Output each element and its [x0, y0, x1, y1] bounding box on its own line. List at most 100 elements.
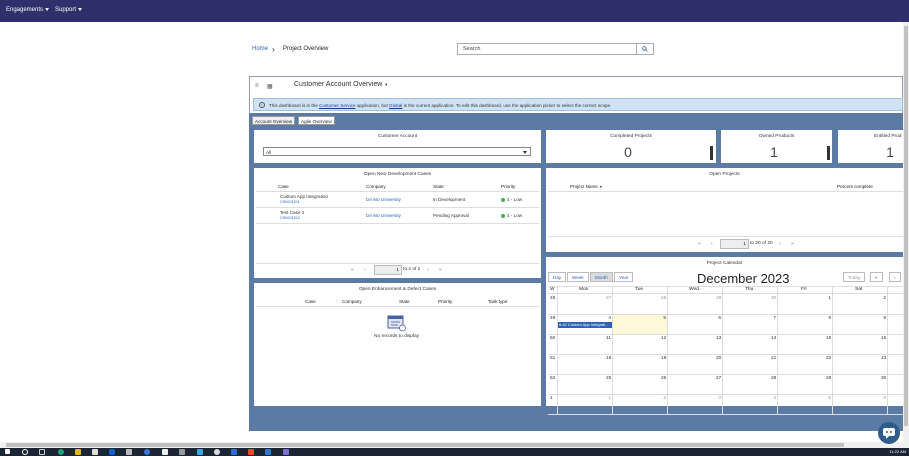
breadcrumb-home-link[interactable]: Home: [252, 46, 268, 52]
customer-account-select[interactable]: All: [263, 147, 531, 156]
scope-link[interactable]: Global: [389, 103, 402, 108]
calendar-day[interactable]: 21: [771, 356, 776, 361]
owned-products-value[interactable]: 1: [762, 144, 786, 160]
company-link[interactable]: De Mo University: [366, 197, 401, 202]
calendar-day[interactable]: 30: [881, 376, 886, 381]
col-header-case[interactable]: Case: [305, 299, 316, 304]
view-week-button[interactable]: Week: [567, 272, 589, 282]
entitled-products-value[interactable]: 1: [880, 144, 900, 160]
calendar-day[interactable]: 2: [881, 296, 886, 301]
edge-browser-icon[interactable]: [58, 449, 64, 455]
windows-start-icon[interactable]: [5, 449, 10, 454]
col-header-company[interactable]: Company: [366, 184, 386, 189]
grid-icon[interactable]: ▦: [267, 83, 273, 90]
calendar-day[interactable]: 5: [826, 396, 831, 401]
calendar-day[interactable]: 13: [716, 336, 721, 341]
calendar-day[interactable]: 20: [716, 356, 721, 361]
prev-month-button[interactable]: ‹: [889, 272, 901, 282]
calendar-day[interactable]: 9: [881, 316, 886, 321]
calendar-day[interactable]: 22: [826, 356, 831, 361]
engagements-menu[interactable]: Engagements: [6, 7, 50, 13]
app-icon[interactable]: [231, 449, 237, 455]
col-header-percent-complete[interactable]: Percent complete: [837, 184, 873, 189]
tab-agile-overview[interactable]: Agile Overview: [298, 116, 335, 125]
app-icon[interactable]: [197, 449, 203, 455]
page-input[interactable]: 1: [374, 265, 402, 275]
today-button[interactable]: Today: [843, 272, 866, 282]
next-page-icon[interactable]: ›: [427, 267, 429, 273]
case-number-link[interactable]: CS0001012: [280, 216, 300, 220]
search-icon[interactable]: [22, 449, 28, 455]
first-page-icon[interactable]: «: [698, 241, 701, 247]
app-icon[interactable]: [214, 449, 220, 455]
calendar-day[interactable]: 1: [826, 296, 831, 301]
last-page-icon[interactable]: »: [439, 267, 442, 273]
case-number-link[interactable]: CS0001011: [280, 200, 300, 204]
settings-icon[interactable]: [126, 449, 132, 455]
prev-page-icon[interactable]: ‹: [364, 267, 366, 273]
vertical-scroll-thumb[interactable]: [904, 26, 908, 426]
app-link[interactable]: Customer Service: [319, 103, 356, 108]
calendar-day[interactable]: 5: [661, 316, 666, 321]
calendar-day[interactable]: 28: [661, 296, 666, 301]
view-day-button[interactable]: Day: [548, 272, 567, 282]
tab-account-overview[interactable]: Account Overview: [252, 116, 296, 125]
calendar-day[interactable]: 30: [771, 296, 776, 301]
col-header-case[interactable]: Case: [278, 184, 289, 189]
calendar-event[interactable]: 8:42 Custom App Integrati...: [558, 322, 612, 328]
next-page-icon[interactable]: ›: [779, 241, 781, 247]
completed-projects-value[interactable]: 0: [616, 144, 640, 160]
col-header-priority[interactable]: Priority: [501, 184, 515, 189]
app-icon[interactable]: [248, 449, 254, 455]
calendar-day[interactable]: 6: [716, 316, 721, 321]
search-input[interactable]: Search: [457, 43, 654, 55]
col-header-task-type[interactable]: Task type: [488, 299, 507, 304]
col-header-priority[interactable]: Priority: [438, 299, 452, 304]
chat-assistant-button[interactable]: [878, 422, 900, 444]
app-icon[interactable]: [179, 449, 185, 455]
col-header-project-name[interactable]: Project Name ▼: [570, 184, 603, 189]
calendar-day[interactable]: 3: [716, 396, 721, 401]
col-header-state[interactable]: State: [433, 184, 444, 189]
calendar-day[interactable]: 14: [771, 336, 776, 341]
app-icon[interactable]: [283, 449, 289, 455]
calendar-day[interactable]: 28: [771, 376, 776, 381]
calendar-day[interactable]: 11: [606, 336, 611, 341]
first-page-icon[interactable]: «: [351, 267, 354, 273]
view-month-button[interactable]: Month: [590, 272, 613, 282]
horizontal-scroll-thumb[interactable]: [6, 443, 844, 447]
scroll-handle[interactable]: [827, 146, 830, 160]
calendar-day[interactable]: 8: [826, 316, 831, 321]
task-view-icon[interactable]: [39, 449, 45, 455]
calendar-day[interactable]: 16: [881, 336, 886, 341]
calendar-day[interactable]: 12: [661, 336, 666, 341]
prev-year-button[interactable]: «: [870, 272, 883, 282]
calendar-day[interactable]: 27: [716, 376, 721, 381]
scroll-handle[interactable]: [710, 146, 713, 160]
prev-page-icon[interactable]: ‹: [711, 241, 713, 247]
view-year-button[interactable]: Year: [614, 272, 634, 282]
calendar-day[interactable]: 23: [881, 356, 886, 361]
calendar-day[interactable]: 4: [771, 396, 776, 401]
support-menu[interactable]: Support: [55, 7, 83, 13]
calendar-day[interactable]: 18: [606, 356, 611, 361]
calendar-day[interactable]: 27: [606, 296, 611, 301]
calendar-day[interactable]: 25: [606, 376, 611, 381]
calendar-day[interactable]: 2: [661, 396, 666, 401]
hamburger-icon[interactable]: ≡: [255, 83, 259, 89]
calendar-day[interactable]: 15: [826, 336, 831, 341]
vertical-scrollbar[interactable]: [903, 22, 909, 442]
col-header-state[interactable]: State: [399, 299, 410, 304]
page-input[interactable]: 1: [720, 239, 749, 249]
calendar-day[interactable]: 26: [661, 376, 666, 381]
calendar-day[interactable]: 19: [661, 356, 666, 361]
store-icon[interactable]: [92, 449, 98, 455]
calendar-day[interactable]: 29: [826, 376, 831, 381]
calendar-day[interactable]: 6: [881, 396, 886, 401]
calendar-day[interactable]: 4: [606, 316, 611, 321]
last-page-icon[interactable]: »: [791, 241, 794, 247]
app-icon[interactable]: [162, 449, 168, 455]
col-header-company[interactable]: Company: [342, 299, 362, 304]
dashboard-title[interactable]: Customer Account Overview ▼: [294, 81, 388, 88]
calendar-day[interactable]: 1: [606, 396, 611, 401]
